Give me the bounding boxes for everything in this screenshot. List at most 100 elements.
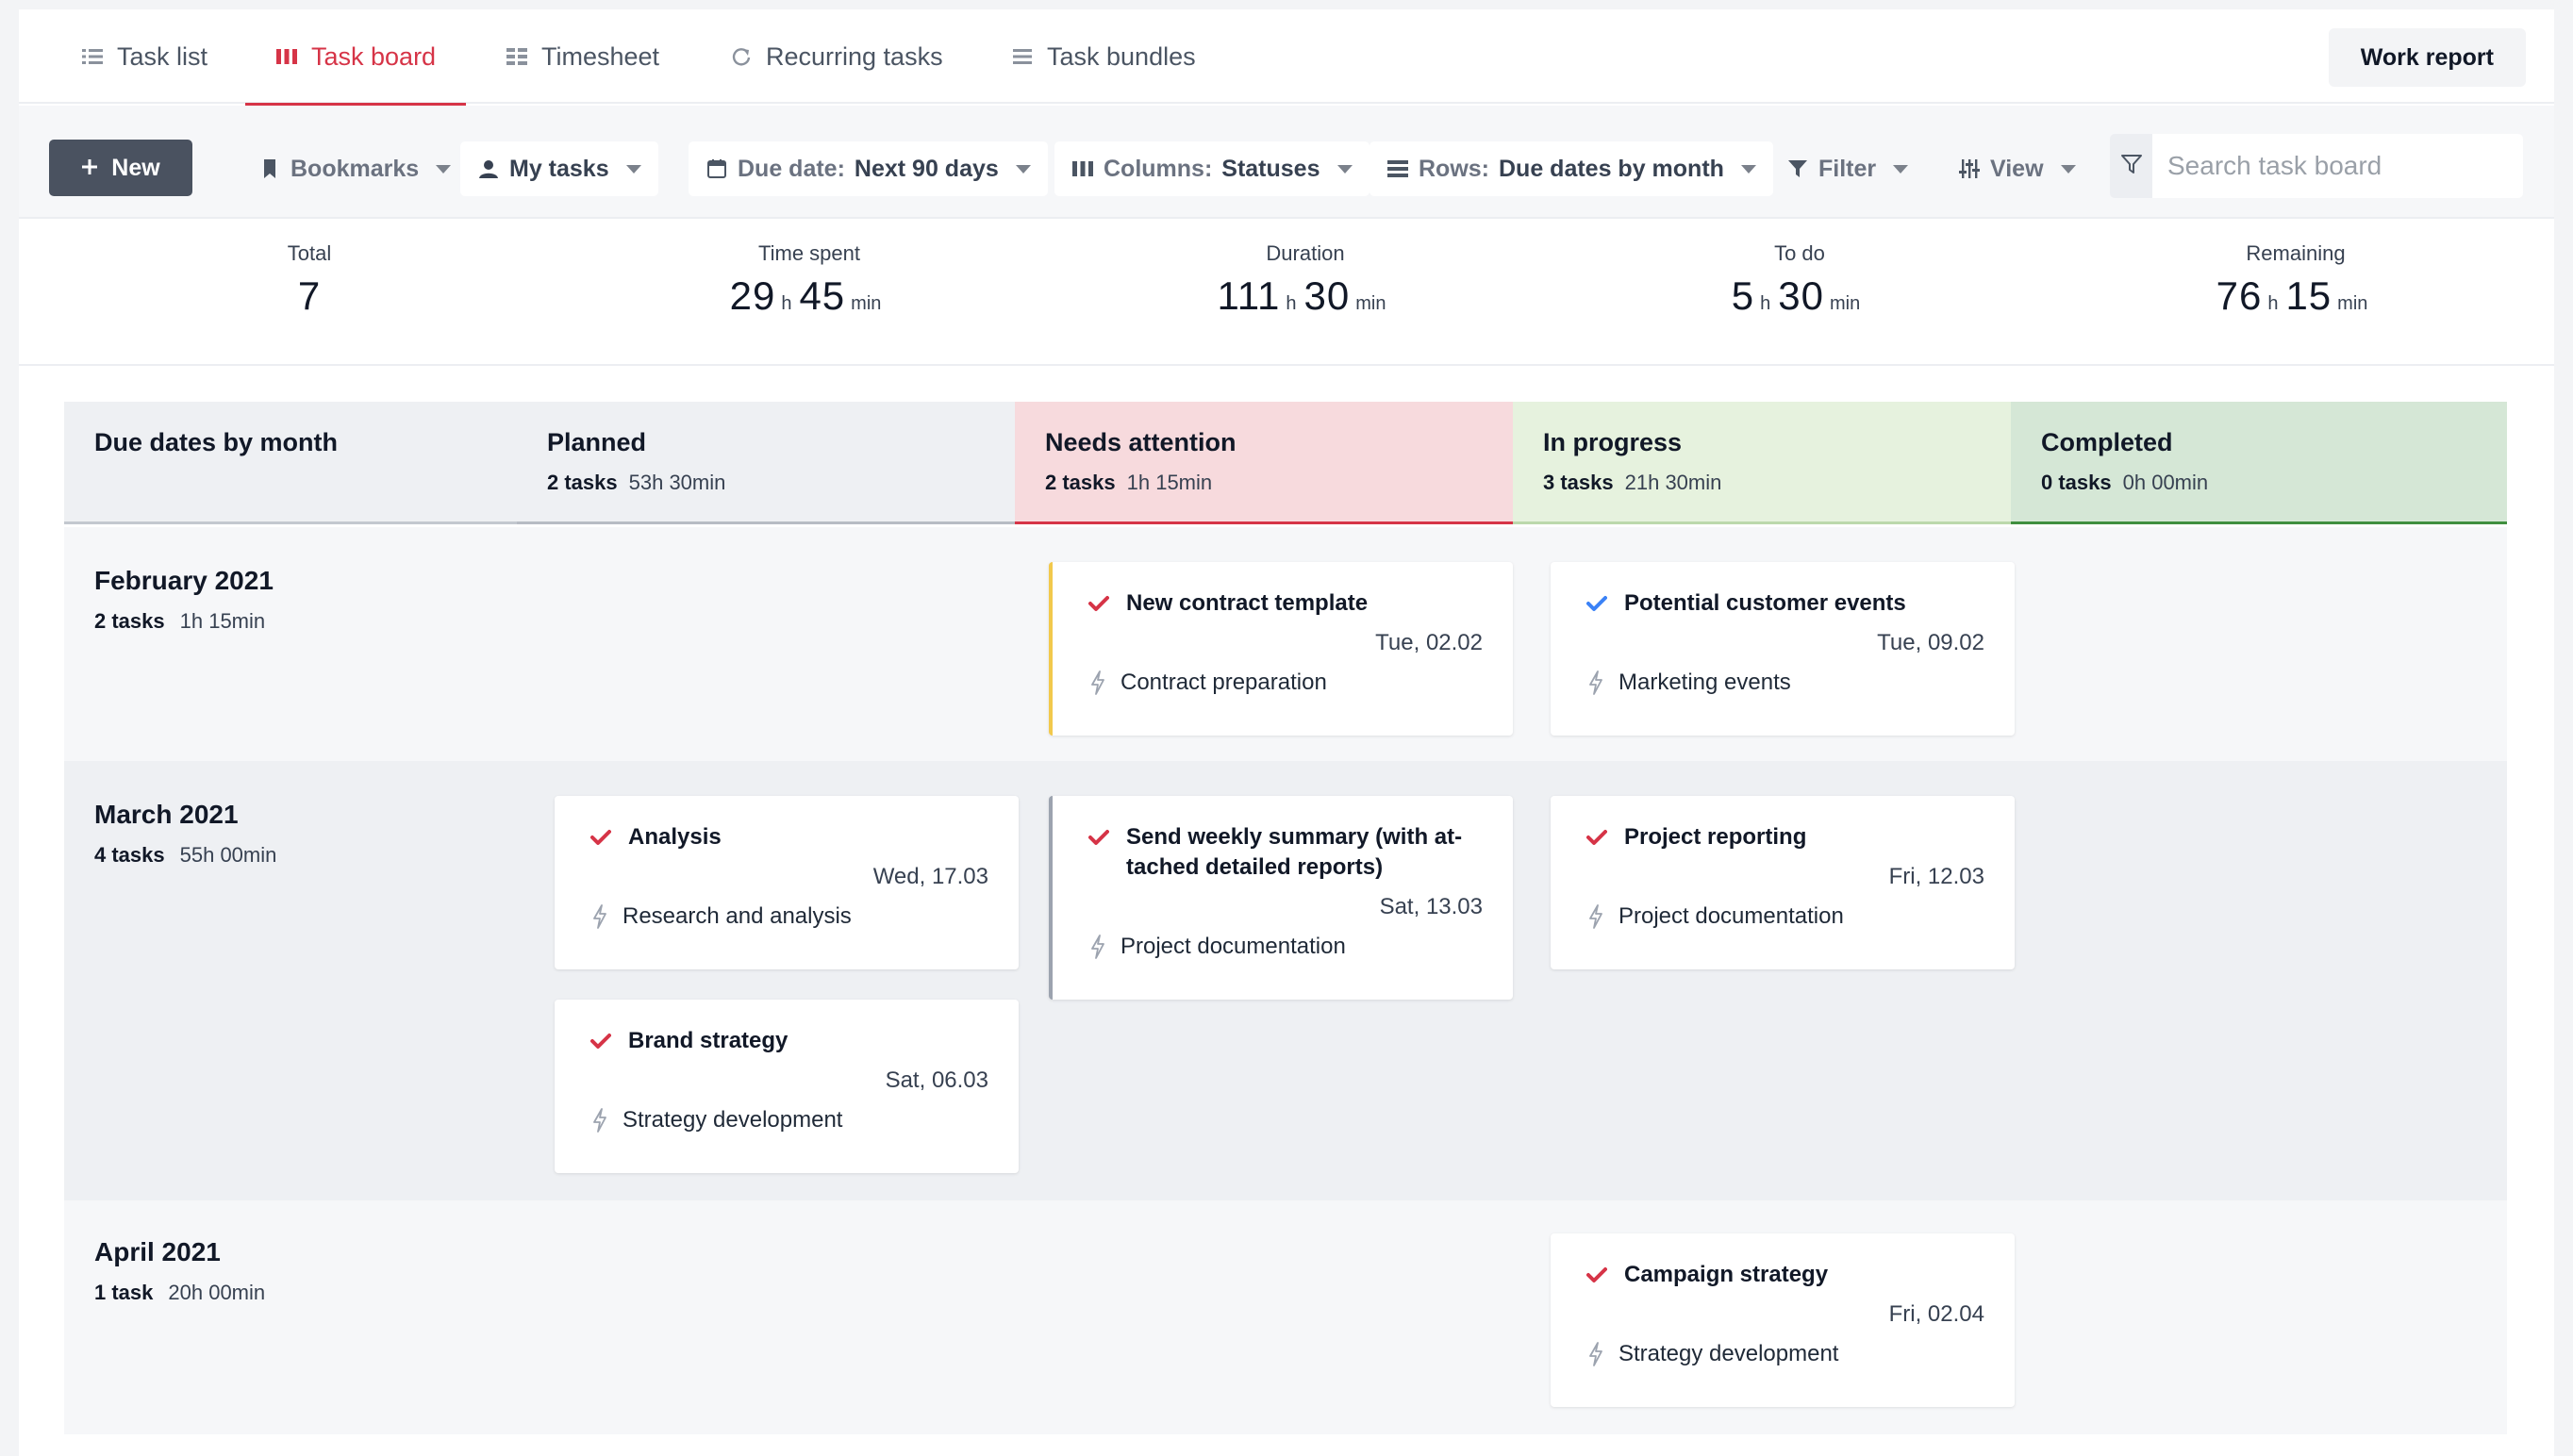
card-title: Send weekly summary (with at-tached deta…	[1126, 824, 1463, 880]
row-meta: 2 tasks 1h 15min	[94, 609, 274, 634]
card-title-row: Analysis	[590, 822, 988, 852]
stat-value: 29 h 45 min	[621, 273, 998, 319]
search-box	[2110, 134, 2523, 198]
card-project: Strategy development	[590, 1107, 988, 1133]
rows-value: Due dates by month	[1499, 155, 1724, 182]
rows-prefix: Rows:	[1419, 155, 1489, 182]
tab-task-board[interactable]: Task board	[244, 9, 467, 106]
card-project: Strategy development	[1586, 1341, 1984, 1367]
card-title: Campaign strategy	[1624, 1262, 1829, 1287]
bolt-icon	[1586, 1341, 1605, 1367]
check-icon	[1586, 822, 1609, 852]
card-due-date: Fri, 12.03	[1888, 864, 1984, 889]
unit-min: min	[1355, 293, 1386, 314]
stat-value: 7	[297, 273, 322, 318]
column-title: In progress	[1543, 428, 1683, 456]
new-button-label: New	[111, 154, 160, 181]
search-input[interactable]	[2152, 134, 2523, 198]
task-card[interactable]: Potential customer events Tue, 09.02 Mar…	[1551, 562, 2015, 736]
card-due-date: Wed, 17.03	[872, 864, 988, 889]
card-due-date: Tue, 09.02	[1877, 630, 1984, 655]
my-tasks-dropdown[interactable]: My tasks	[460, 141, 658, 196]
column-time: 1h 15min	[1126, 471, 1213, 494]
stat-hours: 5	[1731, 273, 1755, 318]
caret-down-icon	[2060, 164, 2076, 174]
rows-dropdown[interactable]: Rows: Due dates by month	[1370, 141, 1773, 196]
task-card[interactable]: Project reporting Fri, 12.03 Project doc…	[1551, 796, 2015, 969]
row-header-april: April 2021 1 task 20h 00min	[94, 1237, 265, 1305]
stat-value: 5 h 30 min	[1611, 273, 1988, 319]
column-count: 2 tasks	[547, 471, 618, 494]
card-title: Analysis	[628, 824, 722, 850]
stat-minutes: 45	[799, 273, 846, 318]
card-title-row: Project reporting	[1586, 822, 1984, 852]
stat-hours: 29	[729, 273, 776, 318]
task-card[interactable]: Campaign strategy Fri, 02.04 Strategy de…	[1551, 1233, 2015, 1407]
list-icon	[81, 45, 104, 68]
card-project-name: Contract preparation	[1120, 670, 1327, 695]
unit-h: h	[1760, 293, 1771, 314]
row-count: 2 tasks	[94, 609, 165, 633]
tab-recurring-tasks[interactable]: Recurring tasks	[730, 9, 943, 104]
task-card[interactable]: Brand strategy Sat, 06.03 Strategy devel…	[555, 1000, 1019, 1173]
column-count: 0 tasks	[2041, 471, 2112, 494]
unit-min: min	[1829, 293, 1861, 314]
due-date-value: Next 90 days	[854, 155, 999, 182]
task-card[interactable]: Send weekly summary (with at-tached deta…	[1049, 796, 1513, 1000]
stat-to-do: To do 5 h 30 min	[1611, 241, 1988, 319]
bookmark-icon	[258, 157, 281, 180]
columns-dropdown[interactable]: Columns: Statuses	[1054, 141, 1370, 196]
funnel-outline-icon	[2120, 153, 2143, 180]
card-project: Research and analysis	[590, 903, 988, 930]
check-icon	[1088, 822, 1111, 852]
grid-icon	[506, 45, 528, 68]
view-dropdown[interactable]: View	[1941, 141, 2093, 196]
search-filter-button[interactable]	[2110, 134, 2152, 198]
bookmarks-dropdown[interactable]: Bookmarks	[241, 141, 468, 196]
bolt-icon	[590, 903, 609, 930]
columns-value: Statuses	[1221, 155, 1320, 182]
card-due-date: Tue, 02.02	[1375, 630, 1483, 655]
tab-label: Recurring tasks	[766, 41, 943, 71]
row-title: February 2021	[94, 566, 274, 595]
tab-task-bundles[interactable]: Task bundles	[1011, 9, 1196, 104]
sliders-icon	[1958, 157, 1981, 180]
column-time: 0h 00min	[2122, 471, 2209, 494]
bolt-icon	[1088, 670, 1107, 696]
tab-label: Timesheet	[541, 41, 660, 71]
caret-down-icon	[1015, 164, 1031, 174]
row-count: 1 task	[94, 1281, 154, 1304]
due-date-dropdown[interactable]: Due date: Next 90 days	[689, 141, 1048, 196]
new-button[interactable]: New	[49, 140, 192, 196]
task-board: Due dates by month Planned 2 tasks 53h 30…	[64, 402, 2507, 1448]
check-icon	[1586, 588, 1609, 619]
calendar-icon	[706, 157, 728, 180]
stack-icon	[1011, 45, 1034, 68]
columns-icon	[1071, 157, 1094, 180]
task-board-app: Task list Task board Timesheet Recurring…	[19, 9, 2554, 1456]
row-header-column: Due dates by month	[64, 402, 517, 524]
row-header-february: February 2021 2 tasks 1h 15min	[94, 566, 274, 634]
filter-dropdown[interactable]: Filter	[1769, 141, 1925, 196]
stat-label: Total	[287, 241, 332, 265]
stat-hours: 76	[2216, 273, 2263, 318]
unit-h: h	[1286, 293, 1297, 314]
bolt-icon	[590, 1107, 609, 1133]
row-title: March 2021	[94, 800, 239, 829]
tab-timesheet[interactable]: Timesheet	[506, 9, 659, 104]
column-planned: Planned 2 tasks 53h 30min	[517, 402, 1015, 524]
plus-icon	[81, 155, 98, 182]
card-project-name: Strategy development	[1618, 1341, 1839, 1366]
task-card[interactable]: New contract template Tue, 02.02 Contrac…	[1049, 562, 1513, 736]
work-report-button[interactable]: Work report	[2328, 28, 2526, 87]
stat-minutes: 30	[1303, 273, 1351, 318]
tab-task-list[interactable]: Task list	[81, 9, 208, 104]
row-count: 4 tasks	[94, 843, 165, 867]
card-title-row: Campaign strategy	[1586, 1260, 1984, 1290]
stat-minutes: 15	[2285, 273, 2332, 318]
bookmarks-label: Bookmarks	[290, 155, 420, 182]
funnel-icon	[1786, 157, 1809, 180]
task-card[interactable]: Analysis Wed, 17.03 Research and analysi…	[555, 796, 1019, 969]
bolt-icon	[1088, 934, 1107, 960]
stat-value: 76 h 15 min	[2107, 273, 2484, 319]
